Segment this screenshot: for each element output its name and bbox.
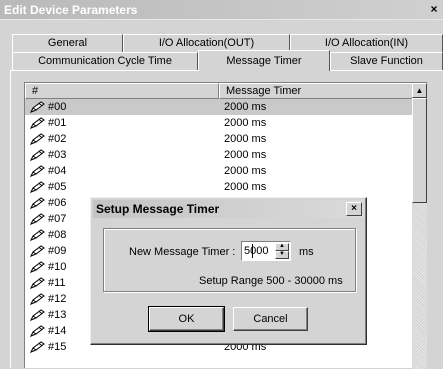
cancel-button[interactable]: Cancel xyxy=(233,307,308,331)
dialog-title-bar: Setup Message Timer × xyxy=(93,200,364,218)
row-number: #00 xyxy=(48,101,67,113)
dialog-title: Setup Message Timer xyxy=(96,202,220,216)
tab-communication-cycle-time[interactable]: Communication Cycle Time xyxy=(12,52,198,70)
pencil-icon xyxy=(29,117,46,129)
row-timer-value: 2000 ms xyxy=(224,133,267,145)
scroll-thumb[interactable] xyxy=(412,98,427,203)
table-row[interactable]: #02 2000 ms xyxy=(25,131,413,147)
message-timer-input[interactable] xyxy=(244,244,274,258)
ok-button[interactable]: OK xyxy=(148,306,225,332)
tab-general[interactable]: General xyxy=(12,34,123,52)
tab-slave-function[interactable]: Slave Function xyxy=(330,52,443,70)
pencil-icon xyxy=(29,245,46,257)
row-number-cell: #01 xyxy=(25,117,219,129)
scroll-up-icon[interactable]: ▲ xyxy=(412,83,427,98)
pencil-icon xyxy=(29,165,46,177)
spin-up-icon[interactable]: ▲ xyxy=(275,243,289,251)
table-row[interactable]: #01 2000 ms xyxy=(25,115,413,131)
row-number: #05 xyxy=(48,181,67,193)
setup-message-timer-dialog: Setup Message Timer × New Message Timer … xyxy=(90,197,367,345)
pencil-icon xyxy=(29,181,46,193)
list-header: # Message Timer xyxy=(25,83,413,99)
table-row[interactable]: #03 2000 ms xyxy=(25,147,413,163)
pencil-icon xyxy=(29,277,46,289)
row-number: #10 xyxy=(48,261,67,273)
window-title: Edit Device Parameters xyxy=(4,3,138,17)
pencil-icon xyxy=(29,293,46,305)
pencil-icon xyxy=(29,341,46,353)
pencil-icon xyxy=(29,261,46,273)
tab-row-2: Communication Cycle Time Message Timer S… xyxy=(12,50,443,71)
new-message-timer-label: New Message Timer : xyxy=(129,246,236,258)
pencil-icon xyxy=(29,325,46,337)
row-number-cell: #05 xyxy=(25,181,219,193)
row-number: #07 xyxy=(48,213,67,225)
row-number: #13 xyxy=(48,309,67,321)
pencil-icon xyxy=(29,229,46,241)
row-number: #15 xyxy=(48,341,67,353)
row-number: #12 xyxy=(48,293,67,305)
row-timer-value: 2000 ms xyxy=(224,165,267,177)
pencil-icon xyxy=(29,101,46,113)
pencil-icon xyxy=(29,309,46,321)
pencil-icon xyxy=(29,197,46,209)
row-number: #09 xyxy=(48,245,67,257)
row-number-cell: #04 xyxy=(25,165,219,177)
pencil-icon xyxy=(29,149,46,161)
unit-label: ms xyxy=(299,246,314,258)
table-row[interactable]: #04 2000 ms xyxy=(25,163,413,179)
row-timer-value: 2000 ms xyxy=(224,181,267,193)
title-bar: Edit Device Parameters × xyxy=(0,0,443,20)
setup-range-label: Setup Range 500 - 30000 ms xyxy=(199,275,343,287)
close-icon[interactable]: × xyxy=(427,2,441,16)
column-header-message-timer[interactable]: Message Timer xyxy=(219,83,413,99)
pencil-icon xyxy=(29,133,46,145)
row-number-cell: #03 xyxy=(25,149,219,161)
spin-arrows: ▲ ▼ xyxy=(275,243,289,259)
row-number: #03 xyxy=(48,149,67,161)
row-number-cell: #02 xyxy=(25,133,219,145)
row-number: #06 xyxy=(48,197,67,209)
row-number-cell: #00 xyxy=(25,101,219,113)
column-header-number[interactable]: # xyxy=(25,83,219,99)
tab-message-timer[interactable]: Message Timer xyxy=(198,50,330,71)
table-row[interactable]: #00 2000 ms xyxy=(25,99,413,115)
pencil-icon xyxy=(29,213,46,225)
row-timer-value: 2000 ms xyxy=(224,101,267,113)
row-number: #04 xyxy=(48,165,67,177)
row-number: #14 xyxy=(48,325,67,337)
row-number: #11 xyxy=(48,277,66,289)
row-timer-value: 2000 ms xyxy=(224,149,267,161)
row-timer-value: 2000 ms xyxy=(224,117,267,129)
dialog-close-icon[interactable]: × xyxy=(346,202,362,216)
table-row[interactable]: #05 2000 ms xyxy=(25,179,413,195)
text-caret xyxy=(252,244,253,258)
vertical-scrollbar[interactable]: ▲ xyxy=(412,83,427,369)
spin-down-icon[interactable]: ▼ xyxy=(275,251,289,259)
message-timer-spinbox[interactable]: ▲ ▼ xyxy=(241,241,291,261)
row-number: #08 xyxy=(48,229,67,241)
row-number: #02 xyxy=(48,133,67,145)
row-number: #01 xyxy=(48,117,67,129)
